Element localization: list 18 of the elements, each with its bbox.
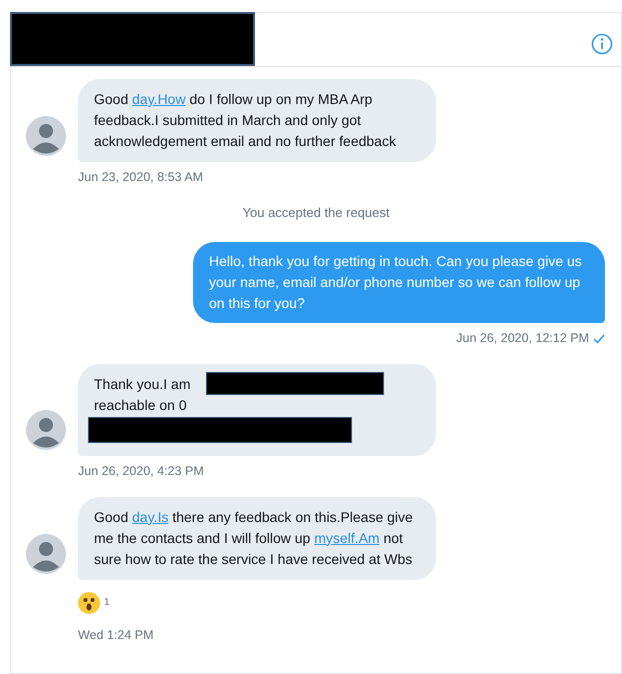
message-timestamp: Jun 26, 2020, 4:23 PM: [78, 463, 205, 480]
message-bubble: Thank you.I am reachable on 0: [78, 364, 436, 456]
message-timestamp: Jun 23, 2020, 8:53 AM: [78, 169, 204, 186]
message-timestamp: Jun 26, 2020, 12:12 PM: [456, 330, 589, 348]
info-icon[interactable]: [591, 32, 613, 54]
message-timestamp: Wed 1:24 PM: [78, 626, 155, 644]
message-bubble: Good day.Is there any feedback on this.Please give me the contacts and I will follow up myself.Am not sure how to rate the service I have received at Wbs: [78, 496, 436, 580]
message-link[interactable]: day.How: [132, 91, 186, 107]
avatar-icon: [26, 534, 66, 574]
surprised-face-icon: [78, 592, 100, 614]
avatar-icon: [26, 410, 66, 450]
message-bubble: Hello, thank you for getting in touch. Can you please give us your name, email and/or phone number so we can follow up on this for you?: [193, 242, 605, 324]
message-link[interactable]: day.Is: [132, 508, 168, 525]
message-bubble: Good day.How do I follow up on my MBA Arp feedback.I submitted in March and only got acknowledgement email and no further feedback: [78, 79, 436, 162]
message-link[interactable]: myself.Am: [314, 530, 380, 546]
avatar-icon: [26, 116, 66, 156]
system-notice: You accepted the request: [242, 204, 390, 222]
reaction-count: 1: [104, 596, 110, 610]
